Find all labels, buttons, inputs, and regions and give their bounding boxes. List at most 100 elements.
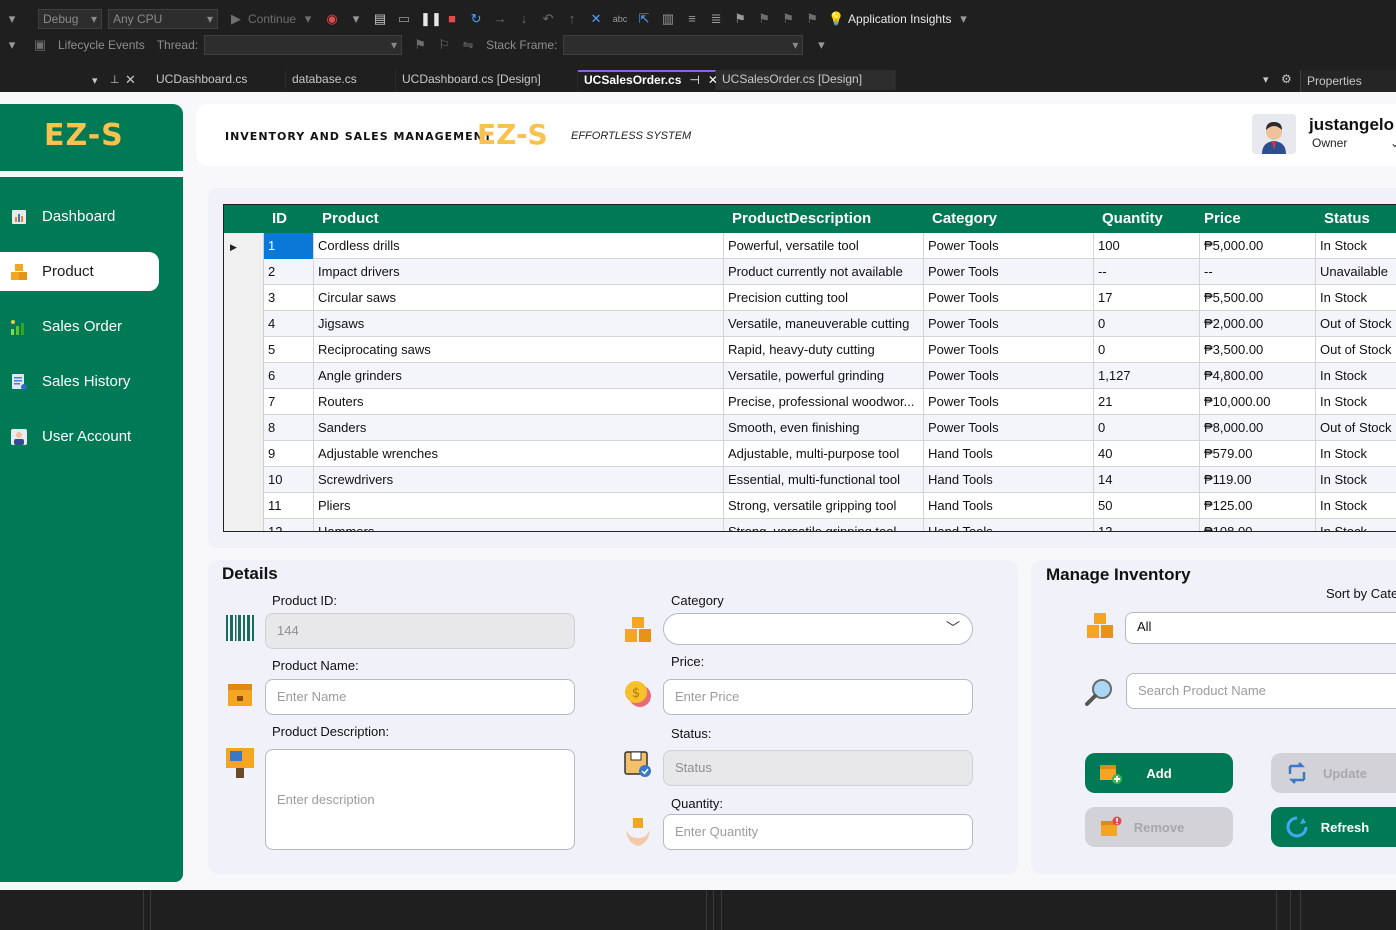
table-cell-qty[interactable]: 14: [1094, 467, 1200, 493]
table-cell-product[interactable]: Hammers: [314, 519, 724, 531]
config-combo[interactable]: Debug ▾: [38, 9, 102, 29]
avatar[interactable]: [1252, 114, 1296, 154]
tab-ucdashboard-design[interactable]: UCDashboard.cs [Design]: [396, 70, 578, 90]
quantity-field[interactable]: Enter Quantity: [663, 814, 973, 850]
table-cell-price[interactable]: ₱108.00: [1200, 519, 1316, 531]
table-cell-desc[interactable]: Essential, multi-functional tool: [724, 467, 924, 493]
table-cell-id[interactable]: 10: [264, 467, 314, 493]
table-cell-product[interactable]: Circular saws: [314, 285, 724, 311]
table-cell-price[interactable]: ₱5,000.00: [1200, 233, 1316, 259]
bookmark-clear-icon[interactable]: ⚑: [804, 11, 820, 27]
table-cell-id[interactable]: 2: [264, 259, 314, 285]
table-row[interactable]: 5 Reciprocating saws Rapid, heavy-duty cut…: [224, 337, 1396, 363]
table-cell-status[interactable]: In Stock: [1316, 233, 1396, 259]
table-cell-category[interactable]: Power Tools: [924, 311, 1094, 337]
pointer-icon[interactable]: ⇱: [636, 11, 652, 27]
table-cell-price[interactable]: ₱8,000.00: [1200, 415, 1316, 441]
table-cell-product[interactable]: Screwdrivers: [314, 467, 724, 493]
table-cell-id[interactable]: 6: [264, 363, 314, 389]
product-id-field[interactable]: 144: [265, 613, 575, 649]
status-field[interactable]: Status: [663, 750, 973, 786]
table-cell-status[interactable]: Out of Stock: [1316, 337, 1396, 363]
column-header-status[interactable]: Status: [1324, 205, 1370, 233]
table-cell-desc[interactable]: Versatile, powerful grinding: [724, 363, 924, 389]
table-row[interactable]: 3 Circular saws Precision cutting tool Powe…: [224, 285, 1396, 311]
step-into-icon[interactable]: ↓: [516, 11, 532, 27]
sidebar-item-product[interactable]: Product: [0, 252, 159, 291]
table-cell-status[interactable]: In Stock: [1316, 285, 1396, 311]
table-cell-desc[interactable]: Product currently not available: [724, 259, 924, 285]
product-description-field[interactable]: Enter description: [265, 749, 575, 850]
column-header-description[interactable]: ProductDescription: [732, 205, 871, 233]
flag-icon[interactable]: ⚑: [412, 37, 428, 53]
column-header-product[interactable]: Product: [322, 205, 379, 233]
table-cell-category[interactable]: Power Tools: [924, 285, 1094, 311]
table-cell-desc[interactable]: Smooth, even finishing: [724, 415, 924, 441]
chevron-down-icon[interactable]: ▾: [300, 11, 316, 27]
table-cell-price[interactable]: --: [1200, 259, 1316, 285]
table-cell-category[interactable]: Power Tools: [924, 337, 1094, 363]
table-cell-desc[interactable]: Adjustable, multi-purpose tool: [724, 441, 924, 467]
table-row[interactable]: 6 Angle grinders Versatile, powerful grind…: [224, 363, 1396, 389]
bookmark-icon[interactable]: ⚑: [732, 11, 748, 27]
spellcheck-icon[interactable]: abc: [612, 11, 628, 27]
layout-icon[interactable]: ▭: [396, 11, 412, 27]
tab-overflow-icon[interactable]: ▾: [1263, 73, 1269, 86]
row-header[interactable]: [224, 259, 264, 285]
table-cell-status[interactable]: In Stock: [1316, 467, 1396, 493]
tab-ucdashboard-cs[interactable]: UCDashboard.cs: [150, 70, 286, 90]
chevron-down-icon[interactable]: ▾: [955, 11, 971, 27]
pause-icon[interactable]: ❚❚: [420, 11, 442, 27]
table-cell-category[interactable]: Hand Tools: [924, 441, 1094, 467]
sidebar-item-sales-order[interactable]: Sales Order: [0, 307, 159, 346]
table-cell-qty[interactable]: --: [1094, 259, 1200, 285]
table-cell-product[interactable]: Angle grinders: [314, 363, 724, 389]
table-cell-product[interactable]: Reciprocating saws: [314, 337, 724, 363]
application-insights-button[interactable]: Application Insights: [848, 12, 951, 26]
table-row[interactable]: 8 Sanders Smooth, even finishing Power Tool…: [224, 415, 1396, 441]
row-header[interactable]: [224, 337, 264, 363]
table-cell-status[interactable]: In Stock: [1316, 363, 1396, 389]
table-cell-qty[interactable]: 21: [1094, 389, 1200, 415]
sidebar-item-sales-history[interactable]: Sales History: [0, 362, 159, 401]
table-cell-desc[interactable]: Strong, versatile gripping tool: [724, 519, 924, 531]
table-cell-status[interactable]: In Stock: [1316, 441, 1396, 467]
lifecycle-events-label[interactable]: Lifecycle Events: [58, 38, 145, 52]
table-cell-category[interactable]: Hand Tools: [924, 467, 1094, 493]
table-cell-price[interactable]: ₱579.00: [1200, 441, 1316, 467]
row-header[interactable]: [224, 311, 264, 337]
tab-database-cs[interactable]: database.cs: [286, 70, 396, 90]
chevron-down-icon[interactable]: ▾: [348, 11, 364, 27]
row-header[interactable]: [224, 519, 264, 531]
row-header[interactable]: [224, 389, 264, 415]
table-cell-qty[interactable]: 0: [1094, 311, 1200, 337]
table-cell-status[interactable]: Unavailable: [1316, 259, 1396, 285]
table-cell-id[interactable]: 9: [264, 441, 314, 467]
table-cell-price[interactable]: ₱10,000.00: [1200, 389, 1316, 415]
table-cell-id[interactable]: 11: [264, 493, 314, 519]
search-product-input[interactable]: Search Product Name: [1126, 673, 1396, 709]
table-cell-product[interactable]: Sanders: [314, 415, 724, 441]
table-cell-status[interactable]: Out of Stock: [1316, 311, 1396, 337]
table-cell-product[interactable]: Jigsaws: [314, 311, 724, 337]
table-cell-desc[interactable]: Strong, versatile gripping tool: [724, 493, 924, 519]
row-header[interactable]: [224, 493, 264, 519]
row-header[interactable]: ▶: [224, 233, 264, 259]
table-cell-desc[interactable]: Precision cutting tool: [724, 285, 924, 311]
folder-icon[interactable]: ▤: [372, 11, 388, 27]
table-cell-status[interactable]: In Stock: [1316, 493, 1396, 519]
table-cell-category[interactable]: Power Tools: [924, 389, 1094, 415]
table-cell-qty[interactable]: 40: [1094, 441, 1200, 467]
pin-icon[interactable]: ⊣: [689, 73, 699, 87]
step-back-icon[interactable]: ↶: [540, 11, 556, 27]
stop-icon[interactable]: ■: [444, 11, 460, 27]
table-cell-qty[interactable]: 17: [1094, 285, 1200, 311]
table-cell-desc[interactable]: Rapid, heavy-duty cutting: [724, 337, 924, 363]
row-header[interactable]: [224, 363, 264, 389]
sidebar-item-dashboard[interactable]: Dashboard: [0, 197, 159, 236]
table-cell-id[interactable]: 8: [264, 415, 314, 441]
tab-overflow-icon[interactable]: ▾: [92, 74, 98, 87]
step-over-icon[interactable]: →: [492, 11, 508, 27]
chevron-down-icon[interactable]: ⌄: [1390, 136, 1396, 150]
column-header-category[interactable]: Category: [932, 205, 997, 233]
